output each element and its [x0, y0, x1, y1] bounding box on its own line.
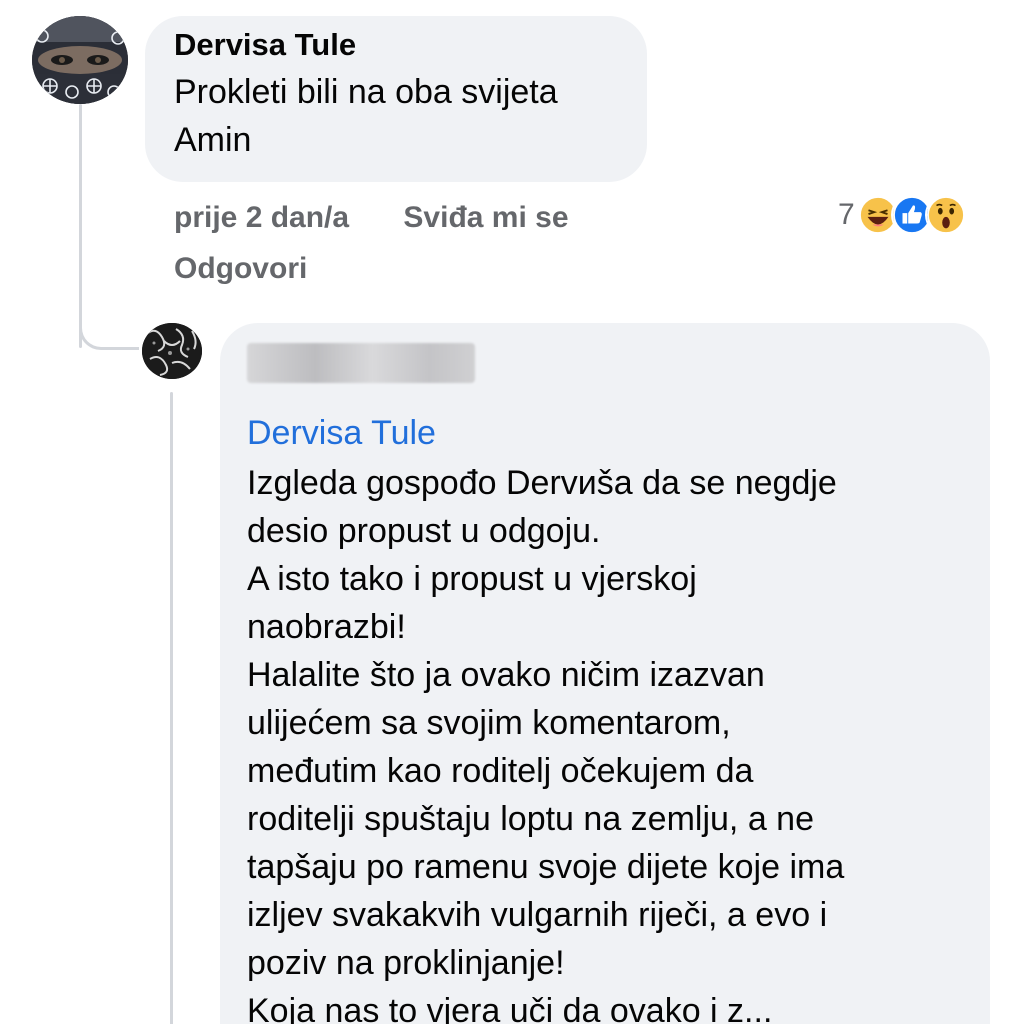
wow-emoji-icon: [924, 194, 967, 236]
comment-timestamp[interactable]: prije 2 dan/a: [174, 196, 349, 240]
thread-connector: [79, 104, 82, 348]
reply-thread-connector: [170, 392, 173, 1024]
reaction-count: 7: [838, 198, 855, 231]
reply-connector: [79, 318, 139, 350]
redacted-author-name[interactable]: [247, 343, 475, 383]
like-button[interactable]: Sviđa mi se: [403, 196, 568, 240]
reply-bubble: Dervisa Tule Izgleda gospođo Dervиšа da …: [220, 323, 990, 1024]
profile-photo-icon: [32, 16, 128, 104]
reply-text: Izgleda gospođo Dervиšа da se negdje des…: [247, 464, 845, 1024]
comment-thread: Dervisa Tule Prokleti bili na oba svijet…: [0, 0, 1016, 1024]
comment-actions: prije 2 dan/a Sviđa mi se: [174, 196, 569, 240]
avatar[interactable]: [142, 323, 202, 379]
reaction-summary[interactable]: 7: [838, 193, 967, 237]
reply-button[interactable]: Odgovori: [174, 247, 307, 291]
profile-photo-icon: [142, 323, 202, 379]
comment-text: Prokleti bili na oba svijeta Amin: [174, 73, 558, 159]
avatar[interactable]: [32, 16, 128, 104]
comment-author[interactable]: Dervisa Tule: [174, 26, 647, 64]
comment-bubble: Dervisa Tule Prokleti bili na oba svijet…: [145, 16, 647, 182]
mention-link[interactable]: Dervisa Tule: [247, 411, 990, 455]
